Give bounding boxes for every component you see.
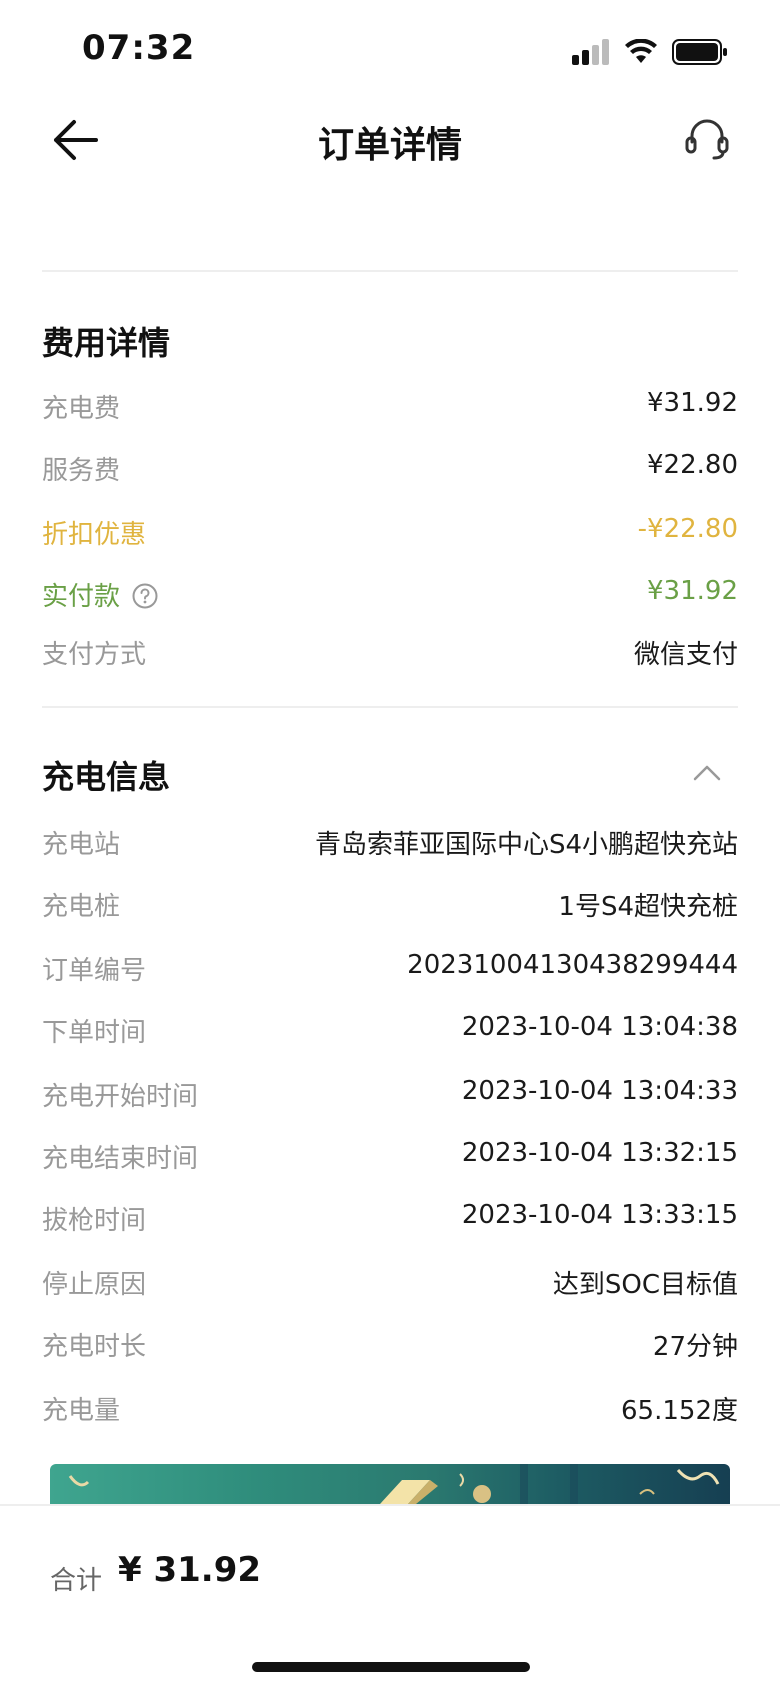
bottom-total-bar: 合计 ¥ 31.92 <box>0 1504 780 1690</box>
charge-label: 充电桩 <box>42 892 121 922</box>
charge-label: 充电时长 <box>42 1332 147 1362</box>
page-title: 订单详情 <box>317 125 462 166</box>
divider <box>42 706 738 708</box>
charge-section-title: 充电信息 <box>42 758 171 796</box>
fee-label: 支付方式 <box>42 640 147 670</box>
charge-value: 27分钟 <box>652 1332 738 1362</box>
status-bar: 07:32 <box>0 0 780 100</box>
banner-decoration <box>68 1464 720 1504</box>
charge-value: 青岛索菲亚国际中心S4小鹏超快充站 <box>314 830 738 860</box>
fee-label: 服务费 <box>42 456 121 486</box>
status-time: 07:32 <box>82 28 196 68</box>
divider <box>42 270 738 272</box>
charge-label: 充电站 <box>42 830 121 860</box>
cellular-signal-icon <box>572 39 609 65</box>
fee-row-payment-method: 支付方式 微信支付 <box>42 634 738 674</box>
charge-row-pile: 充电桩 1号S4超快充桩 <box>42 886 738 926</box>
paid-label: 实付款 <box>42 576 158 613</box>
total-label: 合计 <box>50 1566 103 1596</box>
nav-header: 订单详情 <box>0 100 780 180</box>
charge-row-order-number: 订单编号 20231004130438299444 <box>42 950 738 990</box>
charge-row-unplug-time: 拔枪时间 2023-10-04 13:33:15 <box>42 1200 738 1240</box>
charge-label: 拔枪时间 <box>42 1206 147 1236</box>
charge-value: 2023-10-04 13:04:33 <box>461 1076 738 1106</box>
discount-label: 折扣优惠 <box>42 520 147 550</box>
charge-row-duration: 充电时长 27分钟 <box>42 1326 738 1366</box>
home-indicator[interactable] <box>252 1662 530 1672</box>
fee-label: 充电费 <box>42 394 121 424</box>
status-icons <box>572 36 728 68</box>
fee-section-title: 费用详情 <box>42 324 171 362</box>
charge-value: 2023-10-04 13:04:38 <box>461 1012 738 1042</box>
charge-row-stop-reason: 停止原因 达到SOC目标值 <box>42 1264 738 1304</box>
fee-row-charging: 充电费 ¥31.92 <box>42 388 738 428</box>
charge-value: 20231004130438299444 <box>407 950 738 980</box>
fee-value: 微信支付 <box>633 640 738 670</box>
charge-row-start-time: 充电开始时间 2023-10-04 13:04:33 <box>42 1076 738 1116</box>
promo-banner[interactable] <box>50 1464 730 1504</box>
charge-label: 充电开始时间 <box>42 1082 199 1112</box>
question-help-icon[interactable] <box>132 583 158 609</box>
chevron-up-icon[interactable] <box>692 762 722 782</box>
charge-row-end-time: 充电结束时间 2023-10-04 13:32:15 <box>42 1138 738 1178</box>
charge-row-energy: 充电量 65.152度 <box>42 1390 738 1430</box>
discount-value: -¥22.80 <box>637 514 738 544</box>
charge-value: 65.152度 <box>621 1396 738 1426</box>
charge-label: 下单时间 <box>42 1018 147 1048</box>
charge-value: 2023-10-04 13:33:15 <box>461 1200 738 1230</box>
paid-label-text: 实付款 <box>42 582 121 612</box>
charge-label: 停止原因 <box>42 1270 147 1300</box>
charge-value: 2023-10-04 13:32:15 <box>461 1138 738 1168</box>
fee-value: ¥22.80 <box>647 450 738 480</box>
customer-service-headset-icon[interactable] <box>684 118 730 162</box>
charge-label: 订单编号 <box>42 956 147 986</box>
charge-row-order-time: 下单时间 2023-10-04 13:04:38 <box>42 1012 738 1052</box>
charge-label: 充电结束时间 <box>42 1144 199 1174</box>
fee-row-service: 服务费 ¥22.80 <box>42 450 738 490</box>
fee-value: ¥31.92 <box>647 388 738 418</box>
fee-row-paid: 实付款 ¥31.92 <box>42 576 738 616</box>
fee-row-discount: 折扣优惠 -¥22.80 <box>42 514 738 554</box>
charge-value: 达到SOC目标值 <box>552 1270 738 1300</box>
battery-icon <box>672 39 727 65</box>
wifi-icon <box>625 39 657 63</box>
charge-row-station: 充电站 青岛索菲亚国际中心S4小鹏超快充站 <box>42 824 738 864</box>
charge-label: 充电量 <box>42 1396 121 1426</box>
charge-value: 1号S4超快充桩 <box>558 892 738 922</box>
paid-value: ¥31.92 <box>647 576 738 606</box>
total-amount: ¥ 31.92 <box>118 1550 262 1590</box>
